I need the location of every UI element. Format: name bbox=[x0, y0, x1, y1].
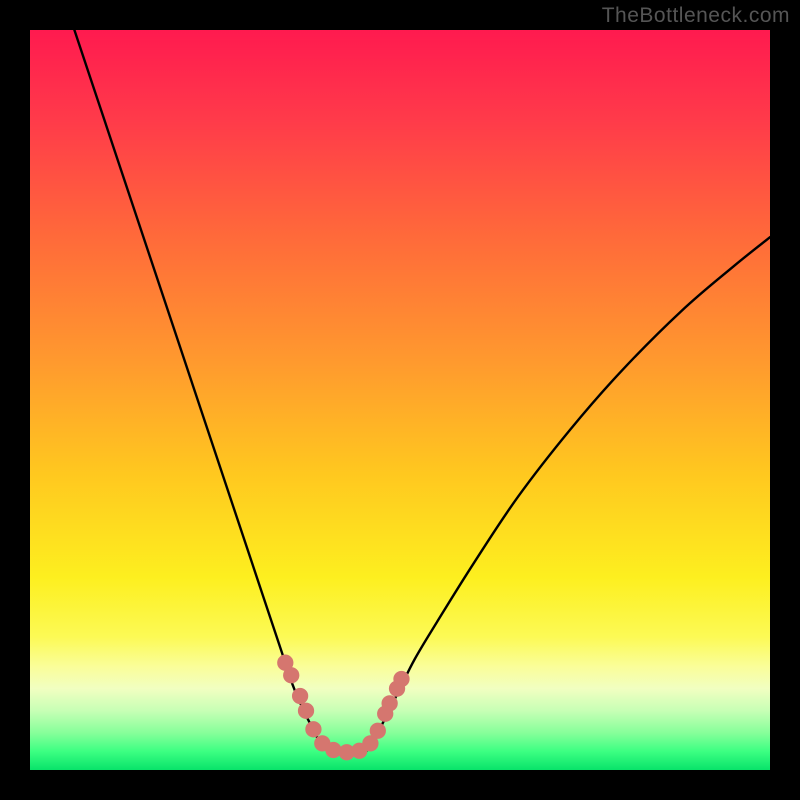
worm-dot bbox=[283, 667, 299, 683]
curves-layer bbox=[30, 30, 770, 770]
worm-dot bbox=[298, 703, 314, 719]
worm-dot bbox=[292, 688, 308, 704]
watermark-text: TheBottleneck.com bbox=[602, 4, 790, 28]
curve-left bbox=[74, 30, 322, 748]
worm-dot bbox=[382, 695, 398, 711]
worm-dot bbox=[370, 723, 386, 739]
worm-dot bbox=[393, 671, 409, 687]
chart-stage: TheBottleneck.com bbox=[0, 0, 800, 800]
plot-area bbox=[30, 30, 770, 770]
worm-markers bbox=[277, 655, 409, 761]
curve-right bbox=[370, 237, 770, 748]
worm-dot bbox=[305, 721, 321, 737]
